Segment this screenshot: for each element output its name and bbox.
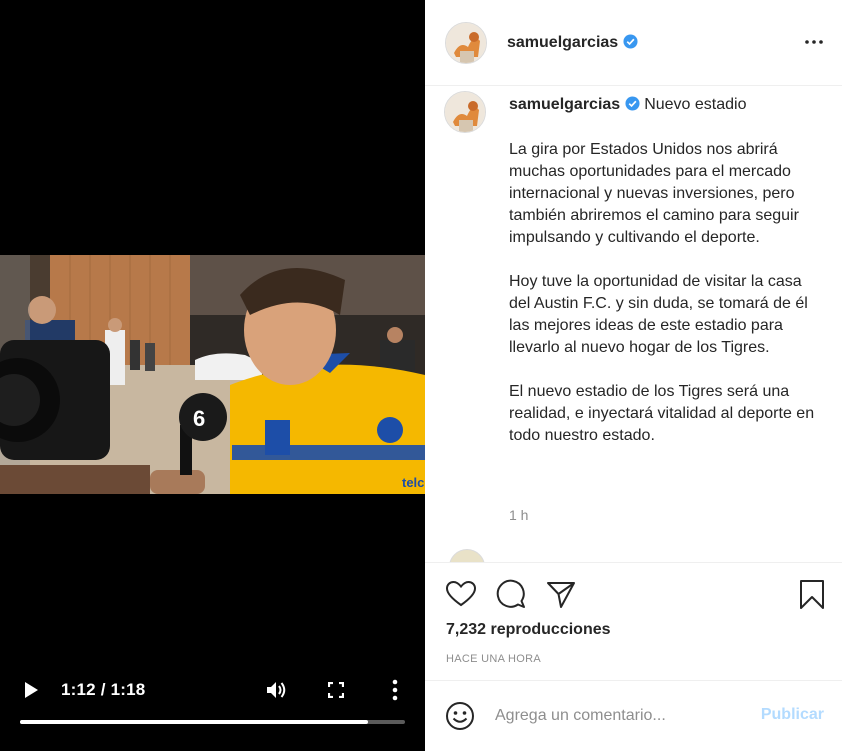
caption-avatar[interactable] (444, 91, 486, 133)
post-comment-button[interactable]: Publicar (761, 706, 824, 724)
fullscreen-icon[interactable] (328, 682, 344, 698)
video-time: 1:12 / 1:18 (61, 680, 146, 699)
caption-title: Nuevo estadio (644, 96, 747, 113)
caption-paragraph: La gira por Estados Unidos nos abrirá mu… (509, 141, 799, 246)
add-comment-bar: Publicar (425, 680, 842, 751)
emoji-icon[interactable] (445, 701, 475, 731)
video-still: telcel 6 (0, 255, 425, 494)
post-age[interactable]: HACE UNA HORA (446, 653, 541, 665)
verified-badge-icon (625, 96, 640, 111)
heart-icon[interactable] (445, 578, 477, 610)
share-icon[interactable] (545, 578, 577, 610)
volume-icon[interactable] (265, 680, 287, 700)
verified-badge-icon (623, 34, 638, 49)
caption-timestamp[interactable]: 1 h (509, 507, 528, 523)
video-player[interactable]: telcel 6 1:12 / 1:18 (0, 0, 425, 751)
svg-text:6: 6 (193, 406, 205, 431)
caption-paragraph: El nuevo estadio de los Tigres será una … (509, 383, 815, 444)
avatar[interactable] (445, 22, 487, 64)
post-side-panel: samuelgarcias samuelgarcias Nuevo estadio… (425, 0, 842, 751)
next-comment-avatar[interactable] (449, 549, 485, 562)
comments-area[interactable]: samuelgarcias Nuevo estadio La gira por E… (425, 87, 842, 562)
progress-bar[interactable] (20, 720, 405, 724)
more-vertical-icon[interactable] (390, 679, 400, 701)
video-frame[interactable]: telcel 6 (0, 255, 425, 494)
svg-text:telcel: telcel (402, 475, 425, 490)
post-header: samuelgarcias (425, 0, 842, 86)
post-actions: 7,232 reproducciones HACE UNA HORA (425, 562, 842, 680)
caption-body: La gira por Estados Unidos nos abrirá mu… (509, 139, 819, 469)
caption-username[interactable]: samuelgarcias (509, 96, 640, 113)
avatar-image (446, 23, 486, 63)
progress-fill (20, 720, 369, 724)
avatar-image (445, 92, 485, 132)
comment-icon[interactable] (495, 578, 527, 610)
caption-paragraph: Hoy tuve la oportunidad de visitar la ca… (509, 273, 808, 356)
header-username[interactable]: samuelgarcias (507, 34, 638, 52)
play-icon[interactable] (22, 681, 40, 699)
comment-input[interactable] (495, 703, 745, 729)
view-count[interactable]: 7,232 reproducciones (446, 621, 611, 639)
bookmark-icon[interactable] (796, 578, 828, 610)
caption-header: samuelgarcias Nuevo estadio (509, 96, 746, 114)
more-horizontal-icon[interactable] (804, 34, 824, 50)
video-controls: 1:12 / 1:18 (0, 660, 425, 751)
